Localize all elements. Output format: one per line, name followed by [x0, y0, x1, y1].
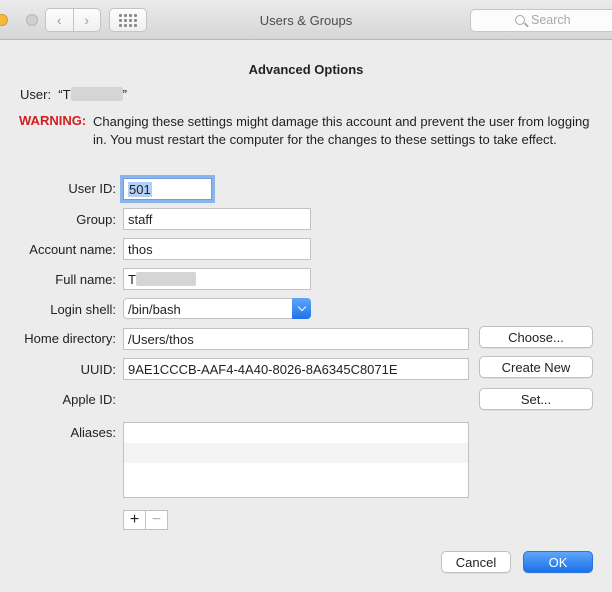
- user-name-prefix: “T: [58, 87, 71, 102]
- account-name-label: Account name:: [29, 242, 116, 257]
- uuid-value: 9AE1CCCB-AAF4-4A40-8026-8A6345C8071E: [128, 362, 398, 377]
- list-item[interactable]: [124, 443, 468, 463]
- search-field[interactable]: Search: [470, 9, 612, 32]
- full-name-input[interactable]: T: [123, 268, 311, 290]
- choose-button[interactable]: Choose...: [479, 326, 593, 348]
- group-input[interactable]: staff: [123, 208, 311, 230]
- cancel-button[interactable]: Cancel: [441, 551, 511, 573]
- chevron-down-icon[interactable]: [292, 298, 311, 319]
- aliases-label: Aliases:: [70, 425, 116, 440]
- remove-alias-button[interactable]: −: [145, 511, 167, 529]
- add-alias-button[interactable]: +: [124, 511, 145, 529]
- ok-button[interactable]: OK: [523, 551, 593, 573]
- list-item[interactable]: [124, 423, 468, 443]
- group-value: staff: [128, 212, 153, 227]
- home-directory-value: /Users/thos: [128, 332, 194, 347]
- full-name-value: T: [128, 272, 136, 287]
- user-id-input[interactable]: 501: [123, 178, 212, 200]
- login-shell-popup[interactable]: /bin/bash: [123, 298, 311, 319]
- full-name-label: Full name:: [55, 272, 116, 287]
- home-directory-label: Home directory:: [24, 331, 116, 346]
- uuid-input[interactable]: 9AE1CCCB-AAF4-4A40-8026-8A6345C8071E: [123, 358, 469, 380]
- set-apple-id-button[interactable]: Set...: [479, 388, 593, 410]
- aliases-list[interactable]: [123, 422, 469, 498]
- account-name-value: thos: [128, 242, 153, 257]
- login-shell-value: /bin/bash: [128, 302, 181, 317]
- group-label: Group:: [76, 212, 116, 227]
- search-icon: [515, 15, 525, 25]
- search-placeholder: Search: [531, 13, 571, 27]
- user-label: User:: [20, 87, 52, 102]
- user-id-value: 501: [128, 182, 152, 197]
- user-name-suffix: ”: [122, 87, 127, 102]
- home-directory-input[interactable]: /Users/thos: [123, 328, 469, 350]
- user-line: User: “T ”: [20, 87, 127, 102]
- uuid-label: UUID:: [80, 362, 116, 377]
- apple-id-label: Apple ID:: [62, 392, 116, 407]
- user-id-label: User ID:: [68, 181, 116, 196]
- warning-text: Changing these settings might damage thi…: [93, 114, 590, 147]
- create-new-button[interactable]: Create New: [479, 356, 593, 378]
- alias-add-remove-control: + −: [123, 510, 168, 530]
- sheet-title: Advanced Options: [248, 62, 364, 77]
- list-item[interactable]: [124, 463, 468, 483]
- title-bar: ‹ › Users & Groups Search: [0, 0, 612, 40]
- redacted-name: [70, 87, 123, 101]
- warning-label: WARNING:: [19, 113, 87, 128]
- redacted-full-name: [135, 272, 196, 286]
- account-name-input[interactable]: thos: [123, 238, 311, 260]
- login-shell-label: Login shell:: [50, 302, 116, 317]
